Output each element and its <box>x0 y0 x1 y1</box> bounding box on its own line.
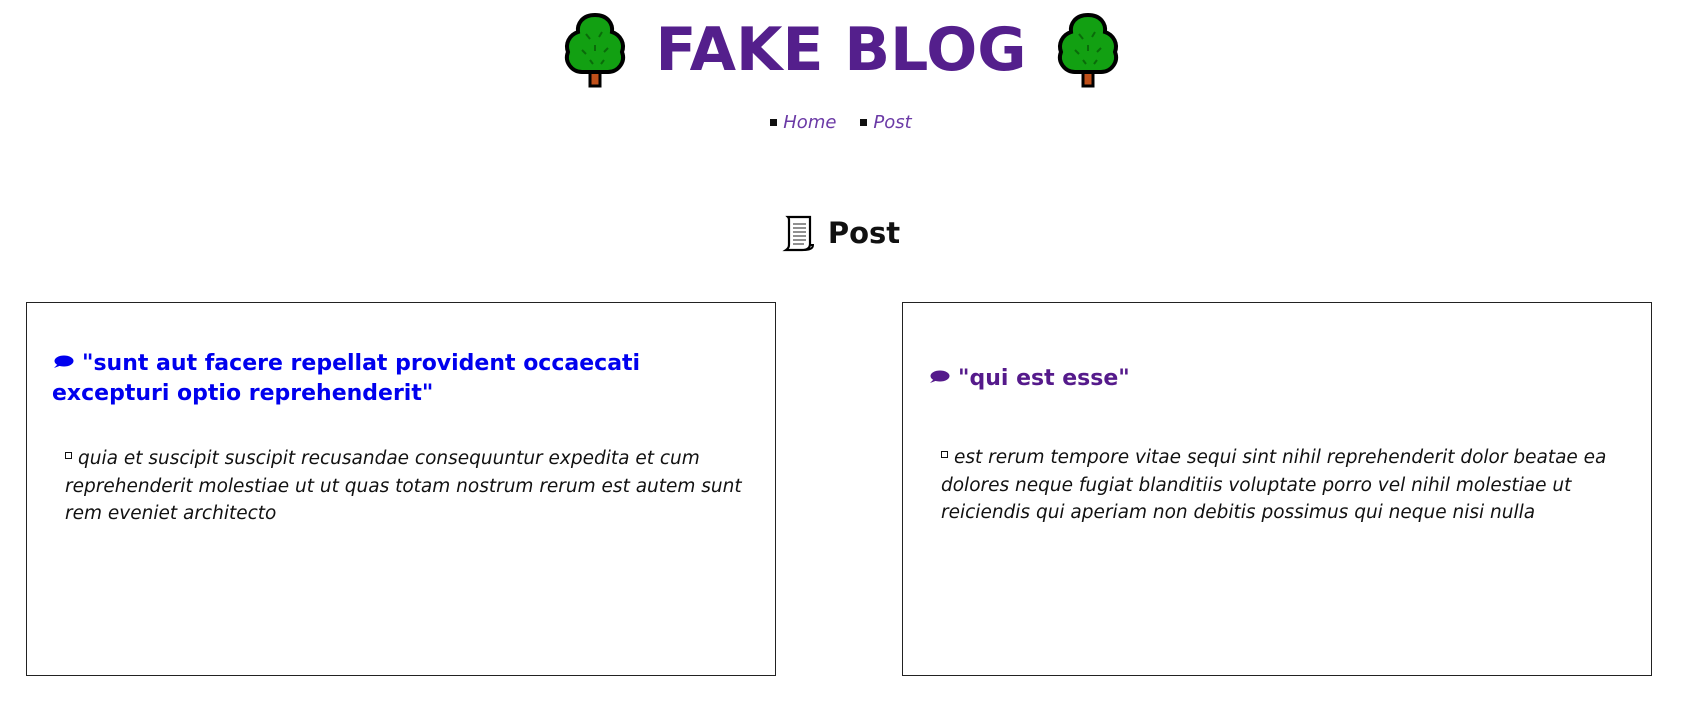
hollow-square-bullet-icon <box>941 451 948 458</box>
site-title: FAKE BLOG <box>655 15 1027 85</box>
site-header: FAKE BLOG Home Post <box>0 0 1682 150</box>
square-bullet-icon <box>860 119 868 126</box>
title-row: FAKE BLOG <box>0 12 1682 88</box>
post-title-text: "qui est esse" <box>958 366 1130 391</box>
speech-bubble-icon <box>930 370 950 383</box>
tree-icon <box>564 12 625 88</box>
page: FAKE BLOG Home Post Post "sunt aut facer… <box>0 0 1682 720</box>
post-body: est rerum tempore vitae sequi sint nihil… <box>941 444 1627 527</box>
post-body-text: quia et suscipit suscipit recusandae con… <box>65 448 742 524</box>
post-card: "sunt aut facere repellat provident occa… <box>26 302 776 676</box>
section-heading: Post <box>0 214 1682 252</box>
post-title-text: "sunt aut facere repellat provident occa… <box>52 351 641 406</box>
hollow-square-bullet-icon <box>65 452 72 459</box>
tree-icon <box>1057 12 1118 88</box>
nav-label: Home <box>783 112 837 133</box>
section-title: Post <box>827 216 901 250</box>
nav-item-home[interactable]: Home <box>770 112 836 133</box>
square-bullet-icon <box>770 119 778 126</box>
post-card: "qui est esse" est rerum tempore vitae s… <box>902 302 1652 676</box>
speech-bubble-icon <box>54 355 74 368</box>
post-body-text: est rerum tempore vitae sequi sint nihil… <box>941 447 1607 523</box>
scroll-icon <box>782 215 814 252</box>
post-title-link[interactable]: "qui est esse" <box>928 364 1627 394</box>
main-nav: Home Post <box>0 112 1682 133</box>
post-title-link[interactable]: "sunt aut facere repellat provident occa… <box>52 349 751 409</box>
nav-label: Post <box>873 112 912 133</box>
post-body: quia et suscipit suscipit recusandae con… <box>65 445 751 528</box>
nav-item-post[interactable]: Post <box>860 112 912 133</box>
